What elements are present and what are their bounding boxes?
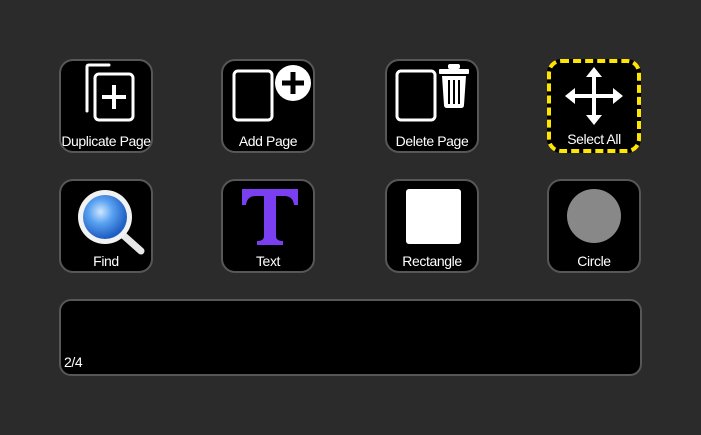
add-page-label: Add Page bbox=[238, 133, 298, 149]
circle-label: Circle bbox=[577, 253, 611, 269]
add-page-button[interactable]: Add Page bbox=[221, 59, 315, 153]
delete-page-button[interactable]: Delete Page bbox=[385, 59, 479, 153]
find-button[interactable]: Find bbox=[59, 179, 153, 273]
text-label: Text bbox=[255, 253, 281, 269]
select-all-label: Select All bbox=[567, 131, 621, 147]
duplicate-page-button[interactable]: Duplicate Page bbox=[59, 59, 153, 153]
info-bar: 2/4 bbox=[59, 299, 642, 376]
delete-page-label: Delete Page bbox=[395, 133, 469, 149]
circle-button[interactable]: Circle bbox=[547, 179, 641, 273]
select-all-button[interactable]: Select All bbox=[547, 59, 641, 153]
stream-deck-panel: Duplicate Page Add Page Delete Page Sele… bbox=[0, 0, 701, 435]
find-label: Find bbox=[93, 253, 119, 269]
rectangle-label: Rectangle bbox=[402, 253, 462, 269]
duplicate-page-label: Duplicate Page bbox=[61, 133, 151, 149]
page-indicator: 2/4 bbox=[64, 354, 83, 370]
text-button[interactable]: Text bbox=[221, 179, 315, 273]
rectangle-button[interactable]: Rectangle bbox=[385, 179, 479, 273]
